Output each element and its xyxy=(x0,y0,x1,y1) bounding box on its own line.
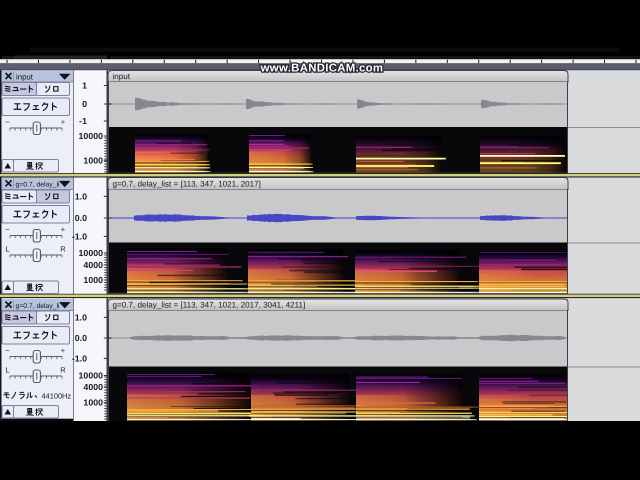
svg-text:g=0.7, delay_li: g=0.7, delay_li xyxy=(16,182,61,189)
svg-text:1000: 1000 xyxy=(83,155,103,165)
svg-text:−: − xyxy=(5,118,10,127)
svg-text:0: 0 xyxy=(82,99,87,109)
svg-text:+: + xyxy=(61,225,66,234)
svg-text:-1.0: -1.0 xyxy=(72,231,87,241)
svg-text:0.0: 0.0 xyxy=(75,333,87,343)
svg-text:1: 1 xyxy=(82,81,87,91)
svg-text:−: − xyxy=(5,346,10,355)
svg-text:0.0: 0.0 xyxy=(75,213,87,223)
svg-text:L: L xyxy=(5,245,9,254)
svg-text:10000: 10000 xyxy=(79,371,104,381)
svg-text:1.0: 1.0 xyxy=(75,312,87,322)
svg-text:-1.0: -1.0 xyxy=(72,353,87,363)
svg-text:1000: 1000 xyxy=(83,275,103,285)
svg-text:R: R xyxy=(60,245,66,254)
svg-text:44100Hz: 44100Hz xyxy=(42,392,72,401)
svg-text:www.BANDICAM.com: www.BANDICAM.com xyxy=(260,63,384,75)
svg-text:1.0: 1.0 xyxy=(75,191,87,201)
svg-text:+: + xyxy=(61,346,66,355)
svg-text:g=0.7, delay_list = [113, 347,: g=0.7, delay_list = [113, 347, 1021, 201… xyxy=(113,300,306,309)
svg-text:R: R xyxy=(60,366,66,375)
svg-text:10000: 10000 xyxy=(79,248,104,258)
svg-text:4000: 4000 xyxy=(83,382,103,392)
svg-text:g=0.7, delay_li: g=0.7, delay_li xyxy=(16,303,61,310)
svg-text:input: input xyxy=(113,72,131,81)
svg-text:+: + xyxy=(61,118,66,127)
svg-text:10000: 10000 xyxy=(79,131,104,141)
svg-text:input: input xyxy=(16,72,34,81)
svg-text:L: L xyxy=(5,366,9,375)
svg-text:4000: 4000 xyxy=(83,260,103,270)
svg-text:g=0.7, delay_list = [113, 347,: g=0.7, delay_list = [113, 347, 1021, 201… xyxy=(113,179,261,188)
svg-text:1000: 1000 xyxy=(83,398,103,408)
svg-text:−: − xyxy=(5,225,10,234)
svg-text:-1: -1 xyxy=(79,116,87,126)
